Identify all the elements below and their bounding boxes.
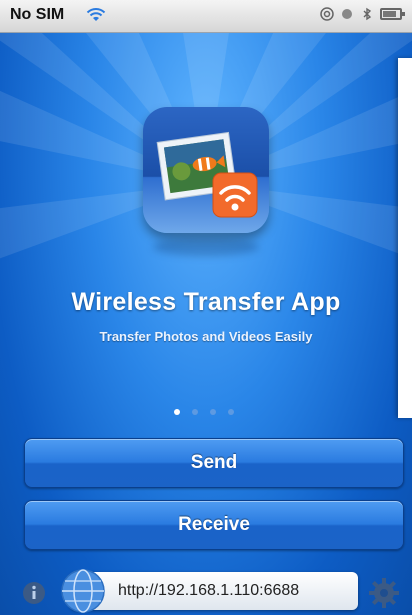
app-icon-shadow xyxy=(153,238,259,256)
server-url[interactable]: http://192.168.1.110:6688 xyxy=(118,582,299,600)
page-dot-4[interactable] xyxy=(228,409,234,415)
receive-button[interactable]: Receive xyxy=(24,500,404,550)
send-button[interactable]: Send xyxy=(24,438,404,488)
app-title: Wireless Transfer App xyxy=(71,288,341,316)
carrier-label: No SIM xyxy=(10,6,65,23)
app-subtitle: Transfer Photos and Videos Easily xyxy=(99,329,313,344)
bottom-bar: http://192.168.1.110:6688 xyxy=(0,566,412,615)
page-indicator[interactable] xyxy=(174,409,234,415)
alarm-icon xyxy=(342,9,352,19)
page-dot-2[interactable] xyxy=(192,409,198,415)
app-logo xyxy=(143,107,269,233)
gear-icon[interactable] xyxy=(368,577,400,609)
at-icon xyxy=(320,7,334,21)
photo-wifi-icon xyxy=(156,131,258,218)
bluetooth-icon xyxy=(363,7,372,21)
status-icons xyxy=(320,7,405,21)
next-page-preview[interactable] xyxy=(398,58,412,418)
wifi-icon xyxy=(86,8,106,21)
server-url-box[interactable]: http://192.168.1.110:6688 xyxy=(61,569,358,613)
page-dot-1[interactable] xyxy=(174,409,180,415)
page-dot-3[interactable] xyxy=(210,409,216,415)
battery-icon xyxy=(380,8,405,20)
main-screen: Wireless Transfer App Transfer Photos an… xyxy=(0,33,412,615)
globe-icon xyxy=(61,569,105,613)
receive-button-label: Receive xyxy=(178,514,250,535)
info-icon[interactable] xyxy=(22,581,46,605)
send-button-label: Send xyxy=(190,452,238,473)
sunburst-background xyxy=(0,33,412,259)
status-bar: No SIM xyxy=(0,0,412,33)
